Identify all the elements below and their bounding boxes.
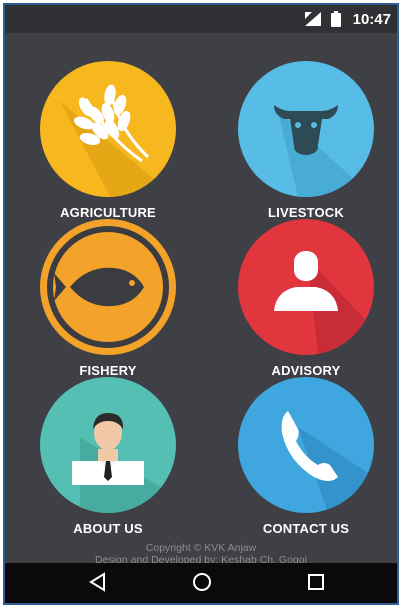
back-icon[interactable] bbox=[87, 571, 109, 598]
fish-icon bbox=[47, 226, 169, 348]
cow-head-icon bbox=[274, 105, 374, 197]
agriculture-circle[interactable] bbox=[40, 61, 176, 197]
phone-icon bbox=[281, 411, 374, 513]
copyright-text: Copyright © KVK Anjaw bbox=[145, 542, 257, 554]
advisory-circle[interactable] bbox=[238, 219, 374, 355]
livestock-label: LIVESTOCK bbox=[268, 205, 344, 220]
businessman-icon bbox=[72, 413, 176, 513]
about-us-label: ABOUT US bbox=[73, 521, 143, 536]
about-us-circle[interactable] bbox=[40, 377, 176, 513]
fishery-circle[interactable] bbox=[40, 219, 176, 355]
status-time: 10:47 bbox=[352, 11, 391, 28]
battery-icon bbox=[331, 11, 341, 32]
recents-icon[interactable] bbox=[305, 571, 327, 598]
navigation-bar bbox=[5, 563, 397, 603]
signal-icon bbox=[305, 12, 321, 31]
contact-us-label: CONTACT US bbox=[262, 521, 350, 536]
app-screen: 10:47 AGRICULTURE LIVESTOCK FISHERY ADVI… bbox=[3, 3, 399, 605]
person-icon bbox=[274, 251, 374, 355]
agriculture-label: AGRICULTURE bbox=[60, 205, 156, 220]
advisory-label: ADVISORY bbox=[271, 363, 341, 378]
livestock-circle[interactable] bbox=[238, 61, 374, 197]
status-bar: 10:47 bbox=[5, 5, 397, 33]
wheat-icon bbox=[60, 84, 176, 197]
home-icon[interactable] bbox=[191, 571, 213, 598]
fishery-label: FISHERY bbox=[79, 363, 137, 378]
contact-us-circle[interactable] bbox=[238, 377, 374, 513]
